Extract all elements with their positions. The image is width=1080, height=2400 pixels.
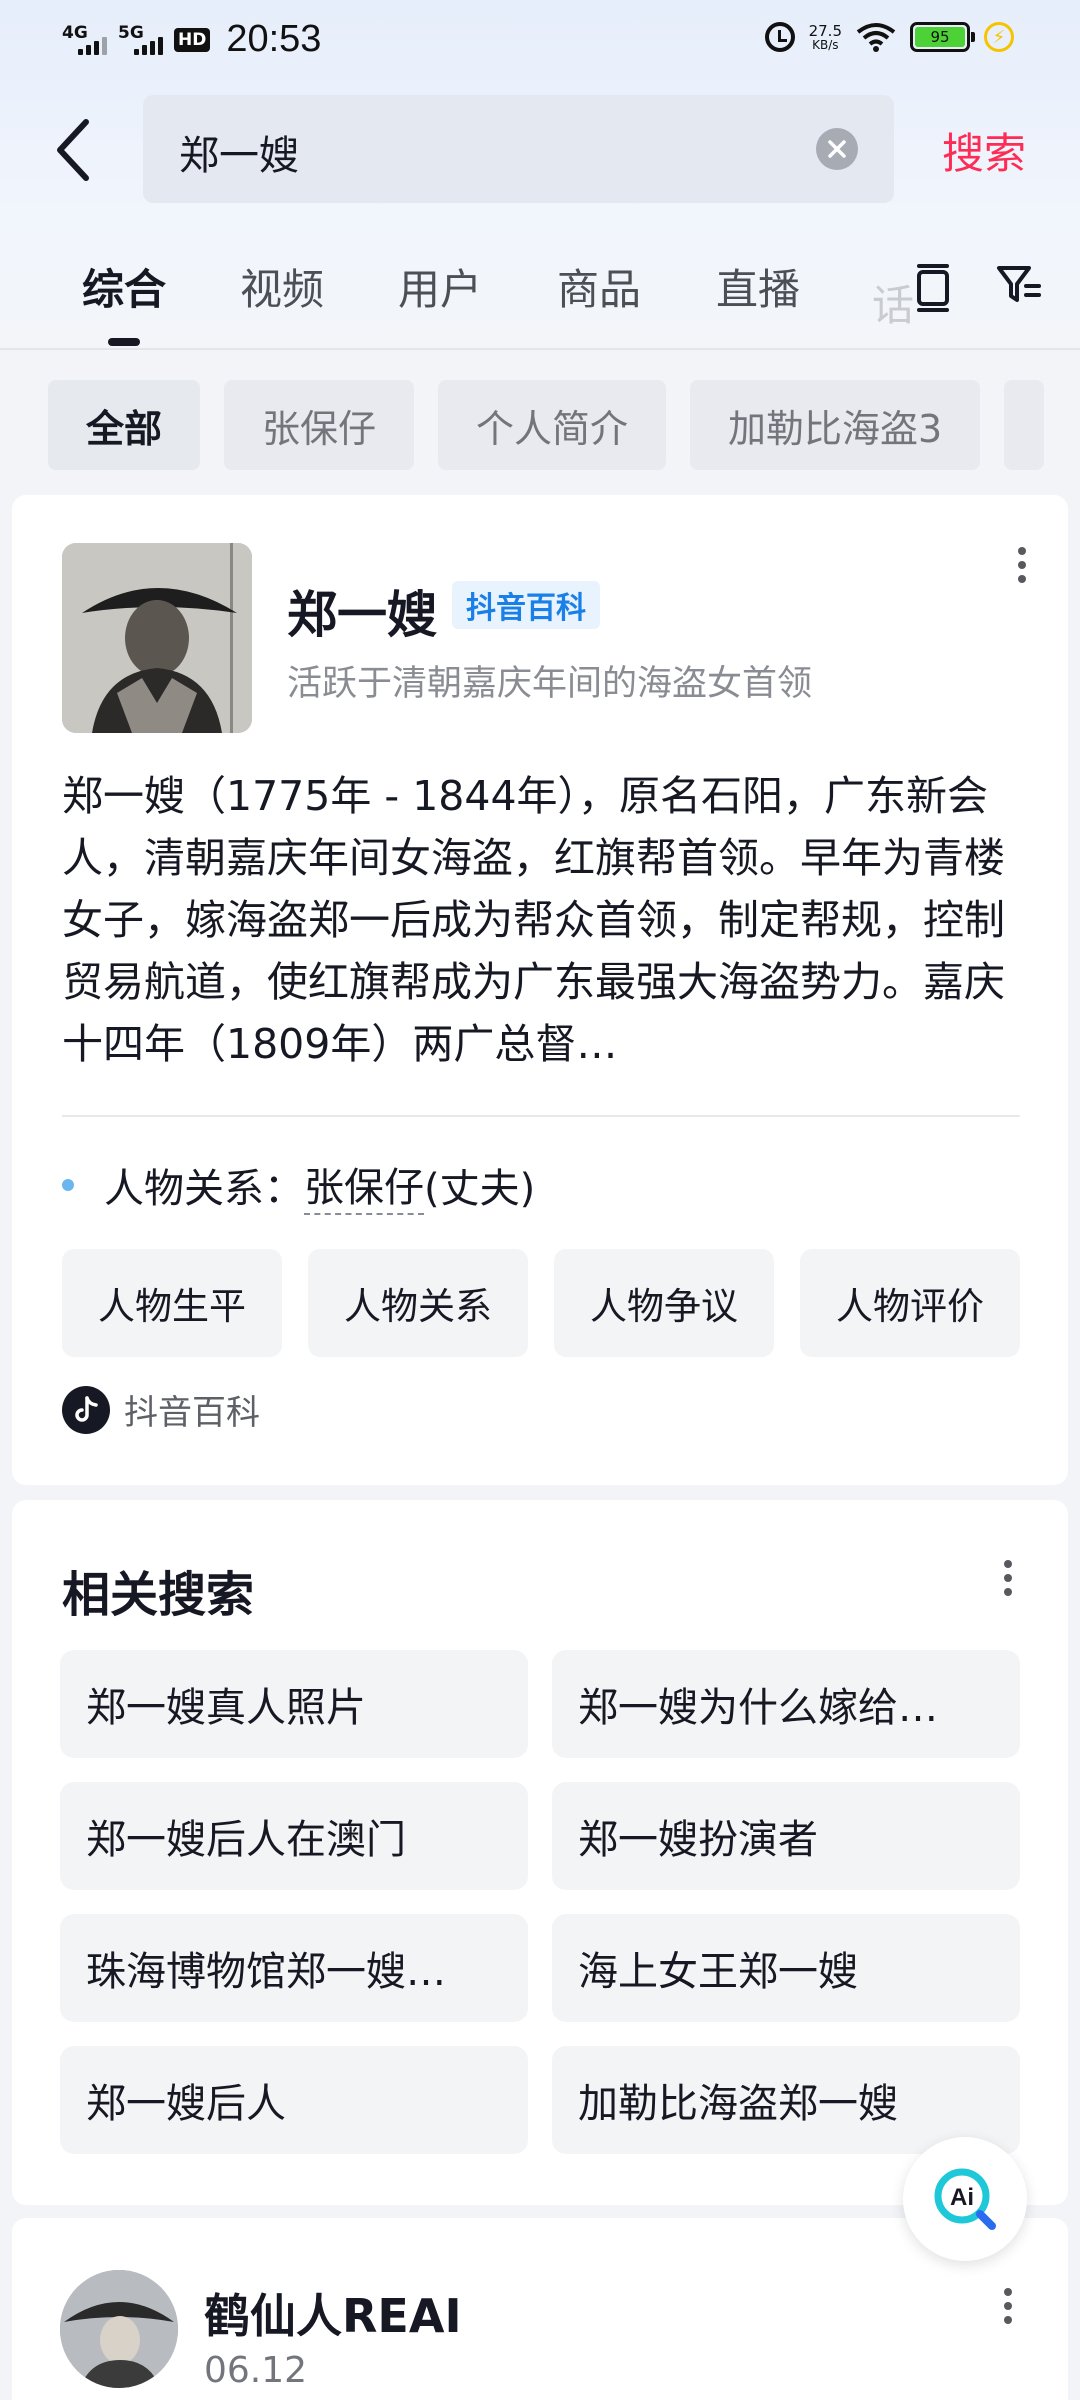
chip-relations[interactable]: 人物关系 [308,1249,528,1357]
relation-suffix: (丈夫) [424,1166,536,1212]
search-button[interactable]: 搜索 [942,120,1026,181]
ai-assistant-button[interactable]: Ai [903,2137,1027,2261]
video-post-card[interactable]: 鹤仙人REAI 06.12 [12,2218,1068,2400]
more-options-icon[interactable] [1016,547,1028,583]
divider [62,1115,1020,1117]
section-chips: 人物生平 人物关系 人物争议 人物评价 [62,1249,1020,1357]
battery-icon: 95 [910,22,975,52]
ai-search-icon: Ai [934,2168,996,2230]
charging-icon: ⚡ [984,22,1014,52]
tab-all[interactable]: 综合 [82,256,166,317]
search-input[interactable]: 郑一嫂 [143,95,894,203]
chip-controversy[interactable]: 人物争议 [554,1249,774,1357]
chip-more-cut[interactable] [1004,380,1045,470]
baike-badge: 抖音百科 [452,581,600,629]
status-bar: 4G 5G HD 20:53 27.5 KB/s 95 ⚡ [0,0,1080,80]
svg-text:Ai: Ai [950,2184,974,2211]
hd-voice-icon: HD [174,27,211,52]
entry-title: 郑一嫂 [287,586,437,644]
filter-icon[interactable] [996,262,1042,308]
entry-subtitle: 活跃于清朝嘉庆年间的海盗女首领 [287,664,813,704]
related-search-item[interactable]: 海上女王郑一嫂 [552,1914,1020,2022]
entry-description: 郑一嫂（1775年 - 1844年），原名石阳，广东新会人，清朝嘉庆年间女海盗，… [62,772,1005,1068]
layout-toggle-icon[interactable] [912,262,954,314]
clear-search-button[interactable] [816,128,858,170]
result-tabs: 综合 视频 用户 商品 直播 话 [0,250,1080,350]
portrait-photo [62,543,252,733]
related-search-item[interactable]: 郑一嫂后人在澳门 [60,1782,528,1890]
active-tab-indicator [108,338,140,346]
relation-link[interactable]: 张保仔 [304,1155,424,1215]
bullet-icon [62,1179,74,1191]
encyclopedia-card[interactable]: 郑一嫂 抖音百科 活跃于清朝嘉庆年间的海盗女首领 郑一嫂（1775年 - 184… [12,495,1068,1485]
chip-life[interactable]: 人物生平 [62,1249,282,1357]
post-date: 06.12 [204,2350,308,2391]
douyin-logo-icon [62,1385,110,1434]
close-icon [828,140,846,158]
tab-users[interactable]: 用户 [398,256,482,317]
filter-chips: 全部 张保仔 个人简介 加勒比海盗3 [48,380,1045,472]
chip-pirates-3[interactable]: 加勒比海盗3 [690,380,981,470]
related-search-item[interactable]: 珠海博物馆郑一嫂… [60,1914,528,2022]
chip-evaluation[interactable]: 人物评价 [800,1249,1020,1357]
chip-all[interactable]: 全部 [48,380,201,470]
tab-videos[interactable]: 视频 [240,256,324,317]
signal-4g-icon: 4G [62,23,107,57]
section-title: 相关搜索 [62,1567,255,1623]
source-row[interactable]: 抖音百科 [62,1385,260,1434]
tab-topics-cut[interactable]: 话 [872,272,914,333]
related-searches-card: 相关搜索 郑一嫂真人照片 郑一嫂为什么嫁给… 郑一嫂后人在澳门 郑一嫂扮演者 珠… [12,1500,1068,2205]
relation-row: 人物关系： 张保仔 (丈夫) [62,1155,535,1215]
related-search-item[interactable]: 郑一嫂为什么嫁给… [552,1650,1020,1758]
more-options-icon[interactable] [1002,2288,1014,2324]
chip-profile[interactable]: 个人简介 [438,380,667,470]
avatar[interactable] [60,2270,178,2388]
tabs-divider [0,348,1080,350]
clock: 20:53 [226,18,322,60]
network-speed: 27.5 KB/s [808,21,842,52]
related-search-item[interactable]: 郑一嫂后人 [60,2046,528,2154]
more-options-icon[interactable] [1002,1560,1014,1596]
source-label: 抖音百科 [124,1393,260,1433]
back-button[interactable] [52,112,102,188]
tab-products[interactable]: 商品 [557,256,641,317]
related-search-item[interactable]: 郑一嫂扮演者 [552,1782,1020,1890]
relation-label: 人物关系： [104,1166,304,1212]
chip-zhang-bao-zai[interactable]: 张保仔 [224,380,415,470]
related-search-item[interactable]: 郑一嫂真人照片 [60,1650,528,1758]
alarm-icon [764,22,795,52]
tab-live[interactable]: 直播 [716,256,800,317]
battery-level: 95 [915,27,965,47]
chevron-left-icon [57,119,89,181]
signal-5g-icon: 5G [118,23,163,57]
post-username[interactable]: 鹤仙人REAI [204,2280,462,2346]
wifi-icon [856,23,896,52]
search-query: 郑一嫂 [179,133,299,179]
related-searches-grid: 郑一嫂真人照片 郑一嫂为什么嫁给… 郑一嫂后人在澳门 郑一嫂扮演者 珠海博物馆郑… [60,1650,1020,2154]
